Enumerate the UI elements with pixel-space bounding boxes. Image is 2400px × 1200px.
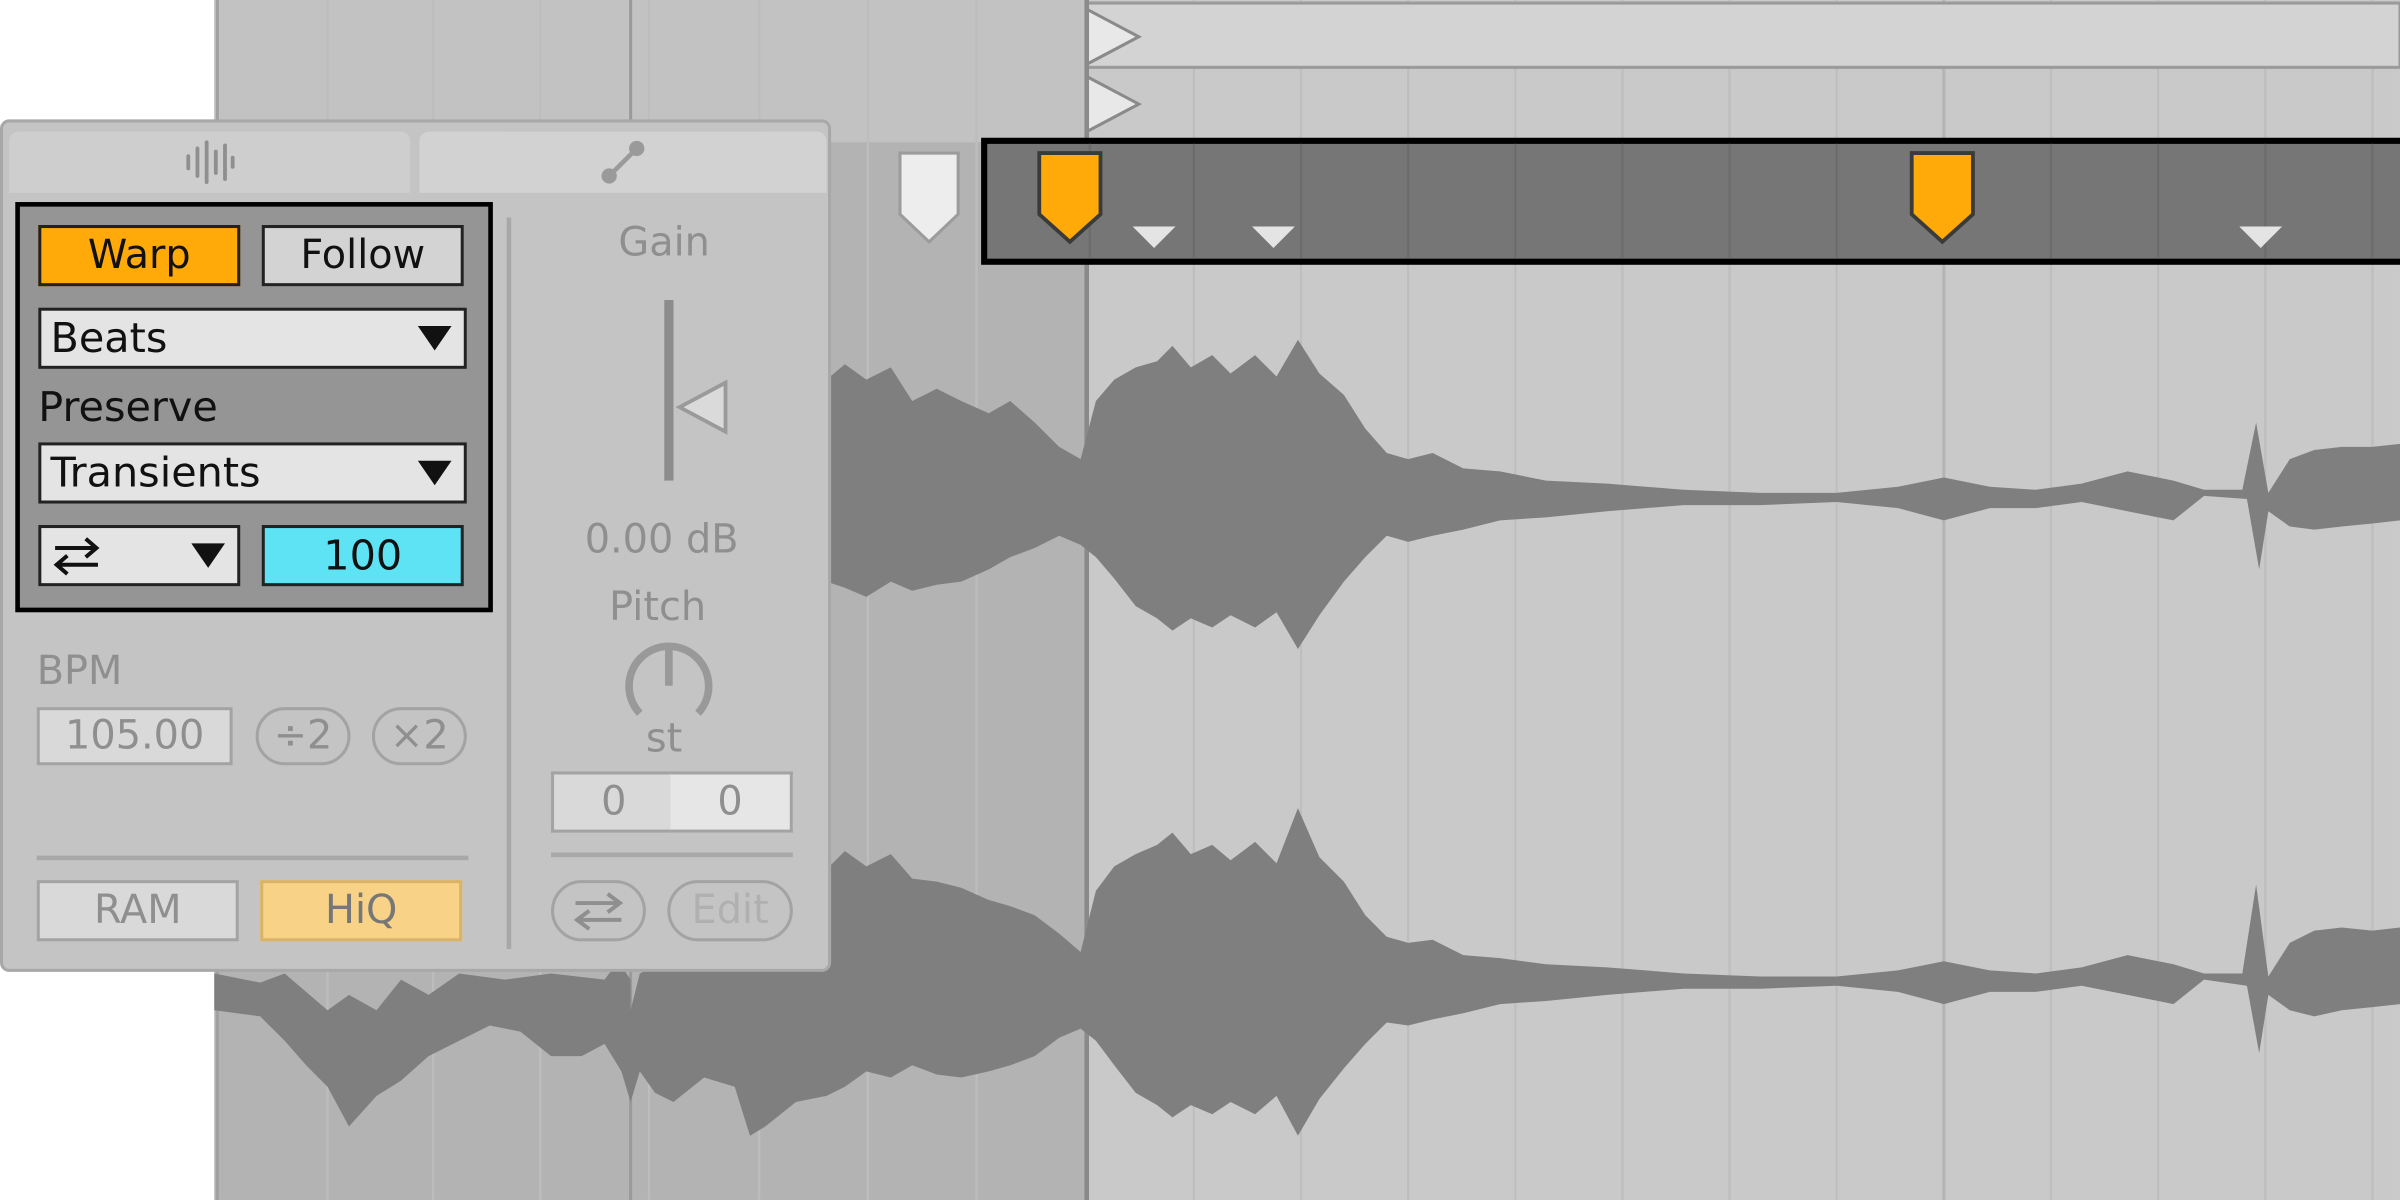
preserve-select[interactable]: Transients [38,442,467,504]
gain-value[interactable]: 0.00 dB [585,517,739,563]
cents-field[interactable]: 0 [670,771,793,833]
warp-marker[interactable] [1907,147,1977,248]
envelope-curve-icon [601,140,645,184]
pitch-label: Pitch [609,584,707,631]
halve-tempo-button[interactable]: ÷2 [255,707,351,766]
semitones-field[interactable]: 0 [551,771,674,833]
bpm-label: BPM [36,648,123,695]
warp-mode-select[interactable]: Beats [38,307,467,369]
double-tempo-button[interactable]: ×2 [371,707,467,766]
chevron-down-icon [417,460,452,486]
transient-loop-mode-select[interactable] [38,524,241,587]
reverse-icon [573,892,624,931]
chevron-down-icon [191,543,225,568]
chevron-down-icon [417,326,452,351]
section-divider [506,217,512,949]
bpm-field[interactable]: 105.00 [36,707,233,766]
warp-settings-box: Warp Follow Beats Preserve Transients 10… [15,202,493,613]
waveform-icon [186,140,235,185]
preserve-value: Transients [50,449,261,497]
edit-button[interactable]: Edit [667,880,793,942]
preserve-label: Preserve [38,384,218,432]
warp-marker[interactable] [1035,147,1105,248]
tab-envelopes[interactable] [419,131,827,193]
gain-slider-track[interactable] [664,299,674,481]
follow-toggle-button[interactable]: Follow [261,224,464,287]
clip-properties-panel: Warp Follow Beats Preserve Transients 10… [0,119,832,972]
gain-slider-handle-icon[interactable] [673,377,731,438]
hiq-mode-button[interactable]: HiQ [260,880,463,942]
warp-toggle-button[interactable]: Warp [38,224,241,287]
gain-label: Gain [618,220,710,267]
divider [551,852,793,858]
reverse-button[interactable] [551,880,646,942]
screenshot-frame: Warp Follow Beats Preserve Transients 10… [0,0,2400,1200]
warp-mode-value: Beats [50,314,168,362]
transient-loop-icon [53,537,100,576]
divider [36,855,469,861]
transient-envelope-field[interactable]: 100 [261,524,464,587]
pitch-unit-label: st [645,716,683,763]
tab-sample[interactable] [9,131,411,193]
ram-mode-button[interactable]: RAM [36,880,239,942]
